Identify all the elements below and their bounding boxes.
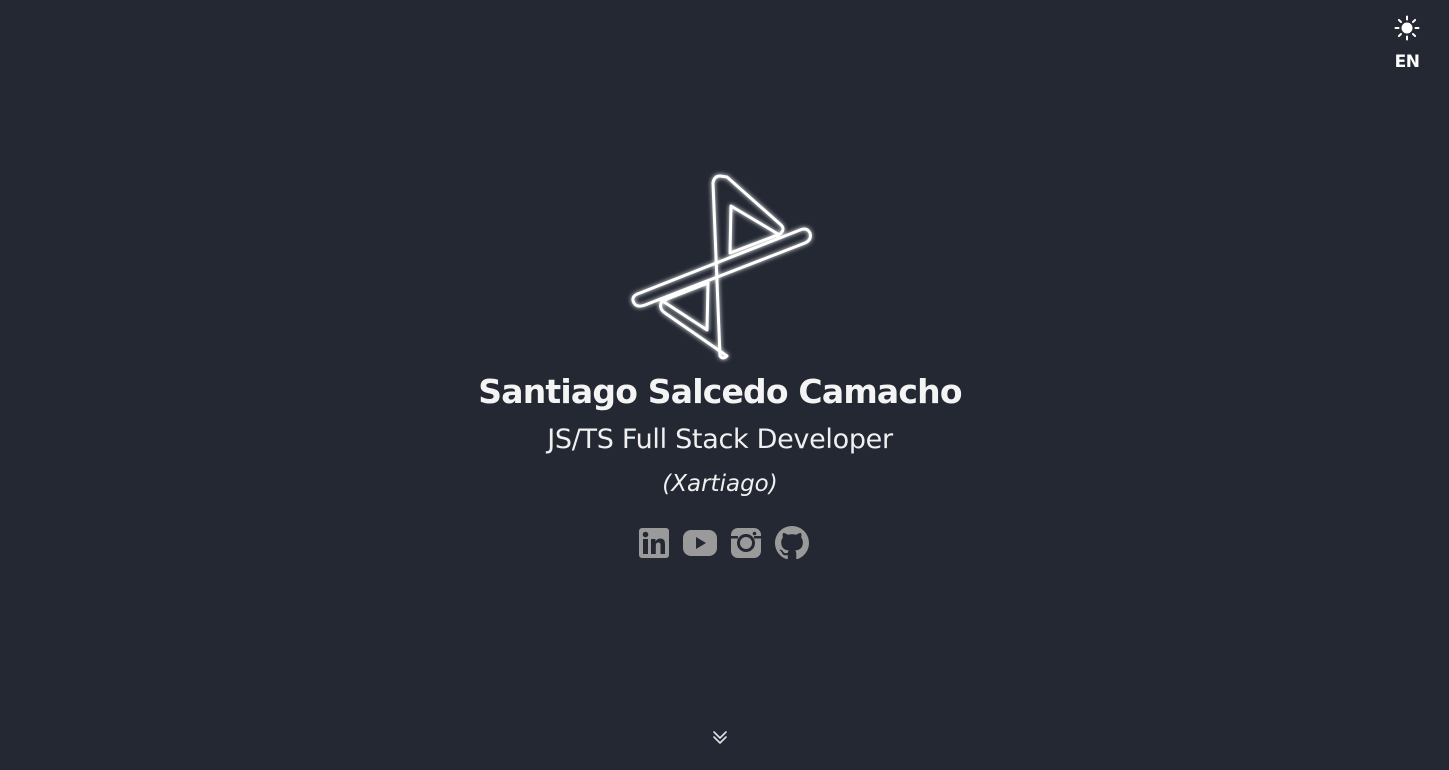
linkedin-link[interactable]: [637, 526, 671, 560]
linkedin-icon: [639, 528, 669, 558]
theme-toggle-button[interactable]: [1393, 14, 1421, 42]
owner-name: Santiago Salcedo Camacho: [478, 372, 962, 411]
github-icon: [775, 526, 809, 560]
double-chevron-down-icon: [713, 731, 727, 744]
youtube-icon: [683, 530, 717, 556]
sun-icon: [1394, 15, 1420, 41]
language-toggle-button[interactable]: EN: [1395, 52, 1420, 72]
social-links: [637, 526, 809, 560]
youtube-link[interactable]: [683, 526, 717, 560]
github-link[interactable]: [775, 526, 809, 560]
alias: (Xartiago): [662, 471, 778, 497]
instagram-icon: [731, 528, 761, 558]
top-controls: EN: [1387, 14, 1427, 72]
scroll-down-button[interactable]: [711, 728, 729, 746]
landing-page: EN Santiago Salcedo Camacho JS/TS Full S…: [0, 0, 1449, 770]
xartiago-logo: [631, 174, 812, 360]
job-title: JS/TS Full Stack Developer: [547, 424, 893, 455]
instagram-link[interactable]: [729, 526, 763, 560]
